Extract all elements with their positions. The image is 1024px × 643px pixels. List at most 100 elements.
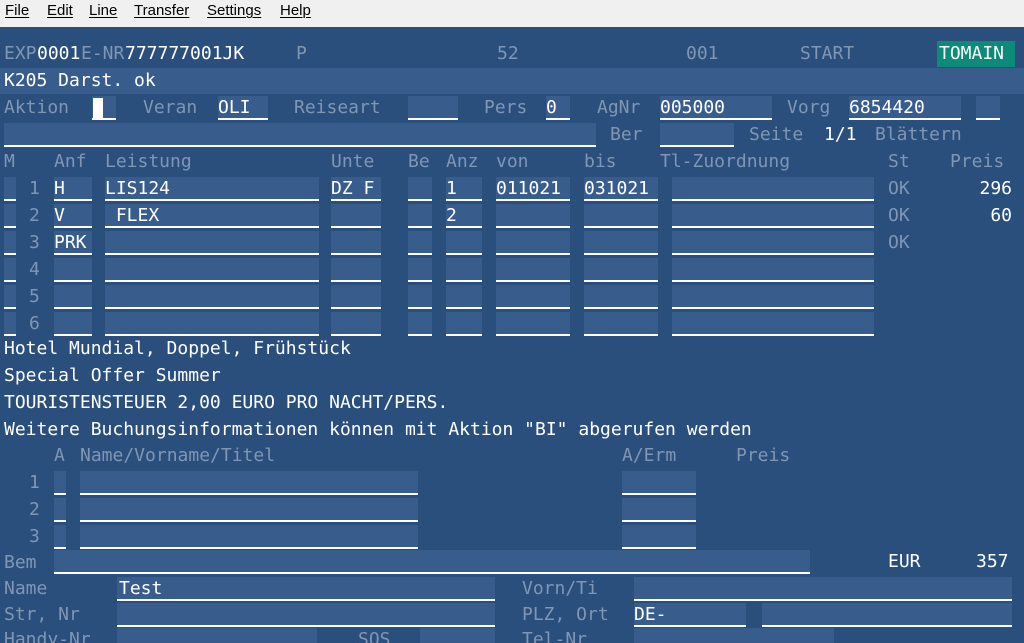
menu-edit[interactable]: Edit (47, 2, 73, 19)
enr-value: 777777001JK (125, 43, 245, 64)
ber-input[interactable] (660, 123, 734, 147)
person-row-2-aerm-input[interactable] (622, 498, 696, 522)
person-row-3-aerm-input[interactable] (622, 525, 696, 549)
row-1-leistung: LIS124 (105, 178, 171, 199)
menu-help[interactable]: Help (280, 2, 311, 19)
row-5-tl-input[interactable] (672, 285, 874, 309)
row-6-bis-input[interactable] (584, 312, 658, 336)
row-6-leistung-input[interactable] (105, 312, 319, 336)
ort-input[interactable] (762, 603, 1012, 627)
row-2-tl-input[interactable] (672, 204, 874, 228)
col-von: von (496, 151, 529, 172)
row-3-leistung-input[interactable] (105, 231, 319, 255)
tomain-badge: TOMAIN (937, 41, 1015, 67)
row-3-von-input[interactable] (496, 231, 570, 255)
person-row-3-a-input[interactable] (54, 525, 66, 549)
info-line-1: Hotel Mundial, Doppel, Frühstück (4, 338, 351, 359)
menu-file[interactable]: File (5, 2, 29, 19)
row-1-anz: 1 (446, 178, 457, 199)
menu-bar: File Edit Line Transfer Settings Help (0, 0, 1024, 27)
tel-input[interactable] (634, 628, 834, 643)
row-5-be-input[interactable] (408, 285, 432, 309)
row-2-anz: 2 (446, 205, 457, 226)
row-4-number: 4 (29, 259, 40, 280)
veran-label: Veran (143, 97, 198, 118)
row-5-leistung-input[interactable] (105, 285, 319, 309)
row-6-von-input[interactable] (496, 312, 570, 336)
sos-label: SOS (358, 629, 391, 643)
row-4-unte-input[interactable] (331, 258, 381, 282)
row-4-anz-input[interactable] (446, 258, 482, 282)
menu-line[interactable]: Line (89, 2, 117, 19)
row-4-bis-input[interactable] (584, 258, 658, 282)
row-5-von-input[interactable] (496, 285, 570, 309)
col-bis: bis (584, 151, 617, 172)
bem-input[interactable] (54, 550, 810, 574)
row-3-anz-input[interactable] (446, 231, 482, 255)
row-6-unte-input[interactable] (331, 312, 381, 336)
row-5-bis-input[interactable] (584, 285, 658, 309)
handy-input[interactable] (117, 628, 317, 643)
person-row-1-aerm-input[interactable] (622, 471, 696, 495)
menu-transfer[interactable]: Transfer (134, 2, 189, 19)
persons-col-name: Name/Vorname/Titel (80, 445, 276, 466)
person-row-1-a-input[interactable] (54, 471, 66, 495)
row-4-be-input[interactable] (408, 258, 432, 282)
row-1-number: 1 (29, 178, 40, 199)
row-4-tl-input[interactable] (672, 258, 874, 282)
row-1-von: 011021 (496, 178, 562, 199)
seite-label: Seite (749, 124, 804, 145)
menu-settings[interactable]: Settings (207, 2, 261, 19)
row-4-anf-input[interactable] (54, 258, 92, 282)
sos-input[interactable] (420, 628, 495, 643)
row-4-von-input[interactable] (496, 258, 570, 282)
row-5-anf-input[interactable] (54, 285, 92, 309)
row-3-tl-input[interactable] (672, 231, 874, 255)
reiseart-input[interactable] (408, 96, 458, 120)
col-st: St (888, 151, 910, 172)
row-2-bis-input[interactable] (584, 204, 658, 228)
row-6-tl-input[interactable] (672, 312, 874, 336)
row-3-be-input[interactable] (408, 231, 432, 255)
row-1-m-input[interactable] (4, 177, 16, 201)
row-6-anf-input[interactable] (54, 312, 92, 336)
col-preis: Preis (950, 151, 1005, 172)
row-1-anf: H (54, 178, 65, 199)
row-4-leistung-input[interactable] (105, 258, 319, 282)
row-1-be-input[interactable] (408, 177, 432, 201)
blaettern-label[interactable]: Blättern (875, 122, 962, 148)
persons-col-preis: Preis (736, 445, 791, 466)
plz-label: PLZ, Ort (522, 604, 609, 625)
row-3-m-input[interactable] (4, 231, 16, 255)
person-row-2-name-input[interactable] (80, 498, 418, 522)
row-2-unte-input[interactable] (331, 204, 381, 228)
row-3-unte-input[interactable] (331, 231, 381, 255)
row-5-anz-input[interactable] (446, 285, 482, 309)
row-2-von-input[interactable] (496, 204, 570, 228)
row-1-tl-input[interactable] (672, 177, 874, 201)
row-6-anz-input[interactable] (446, 312, 482, 336)
header-num-52: 52 (497, 43, 519, 64)
person-row-1-name-input[interactable] (80, 471, 418, 495)
vorg-value: 6854420 (849, 97, 925, 118)
extra-input[interactable] (976, 96, 1000, 120)
row-2-leistung: FLEX (105, 205, 160, 226)
person-row-3-name-input[interactable] (80, 525, 418, 549)
row-2-m-input[interactable] (4, 204, 16, 228)
row-5-unte-input[interactable] (331, 285, 381, 309)
row-2-number: 2 (29, 205, 40, 226)
str-input[interactable] (117, 603, 495, 627)
vorg-label: Vorg (787, 97, 831, 118)
row-4-m-input[interactable] (4, 258, 16, 282)
row-6-be-input[interactable] (408, 312, 432, 336)
person-row-2-a-input[interactable] (54, 498, 66, 522)
row-2-be-input[interactable] (408, 204, 432, 228)
vorn-input[interactable] (634, 577, 1012, 601)
row-6-m-input[interactable] (4, 312, 16, 336)
name-input[interactable] (117, 577, 495, 601)
col-m: M (4, 151, 15, 172)
row-5-m-input[interactable] (4, 285, 16, 309)
p-label: P (296, 43, 307, 64)
long-input[interactable] (4, 123, 596, 147)
row-3-bis-input[interactable] (584, 231, 658, 255)
